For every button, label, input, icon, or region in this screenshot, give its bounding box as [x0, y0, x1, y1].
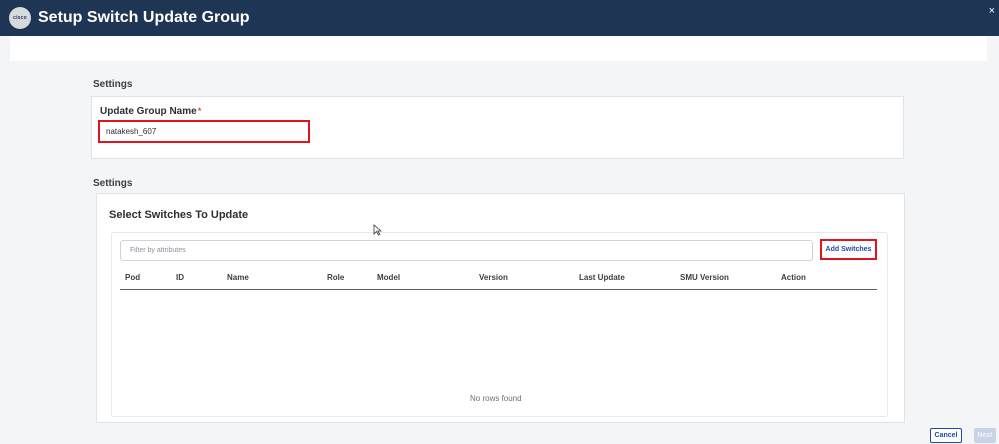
update-group-card: Update Group Name* natakesh_607	[91, 96, 904, 159]
dialog-header: cisco Setup Switch Update Group ×	[0, 0, 999, 36]
next-button[interactable]: Next	[974, 428, 996, 443]
column-header-version[interactable]: Version	[479, 273, 508, 282]
settings-heading: Settings	[93, 79, 133, 90]
column-header-id[interactable]: ID	[176, 273, 184, 282]
update-group-name-input[interactable]: natakesh_607	[98, 120, 310, 143]
settings-heading-2: Settings	[93, 178, 133, 189]
column-header-pod[interactable]: Pod	[125, 273, 140, 282]
column-header-name[interactable]: Name	[227, 273, 249, 282]
mouse-pointer-icon	[373, 224, 382, 236]
close-icon[interactable]: ×	[989, 5, 995, 17]
cancel-button[interactable]: Cancel	[930, 428, 962, 443]
column-header-role[interactable]: Role	[327, 273, 344, 282]
table-header-divider	[120, 289, 877, 290]
empty-table-message: No rows found	[470, 394, 522, 403]
select-switches-title: Select Switches To Update	[109, 209, 249, 221]
filter-input[interactable]: Filter by attributes	[120, 240, 813, 261]
update-group-name-label: Update Group Name*	[100, 106, 201, 117]
cisco-logo: cisco	[9, 7, 31, 29]
column-header-action[interactable]: Action	[781, 273, 806, 282]
dialog-title: Setup Switch Update Group	[38, 9, 250, 26]
column-header-smu-version[interactable]: SMU Version	[680, 273, 729, 282]
required-marker: *	[197, 106, 202, 116]
top-strip	[10, 36, 987, 61]
add-switches-button[interactable]: Add Switches	[820, 239, 877, 260]
update-group-name-label-text: Update Group Name	[100, 106, 197, 117]
column-header-last-update[interactable]: Last Update	[579, 273, 625, 282]
column-header-model[interactable]: Model	[377, 273, 400, 282]
